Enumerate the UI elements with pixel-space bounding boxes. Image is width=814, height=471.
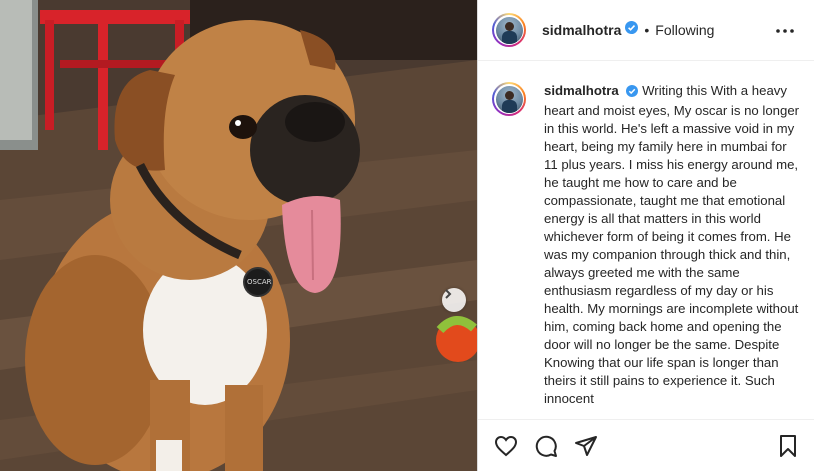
verified-badge-icon [625, 21, 639, 39]
caption-body: Writing this With a heavy heart and mois… [544, 83, 800, 406]
comment-icon[interactable] [534, 434, 558, 458]
avatar[interactable] [492, 13, 526, 47]
more-icon[interactable] [776, 20, 794, 38]
following-button[interactable]: Following [655, 22, 714, 38]
caption-block: sidmalhotra Writing this With a heavy he… [492, 82, 802, 412]
post-side-panel: sidmalhotra • Following sidmalhotra Writ… [477, 0, 814, 471]
share-icon[interactable] [574, 435, 598, 457]
caption-username[interactable]: sidmalhotra [544, 83, 619, 98]
verified-badge-icon [626, 84, 639, 102]
separator-dot: • [644, 22, 650, 38]
post-header: sidmalhotra • Following [478, 0, 814, 61]
avatar-image [495, 85, 523, 113]
bookmark-icon[interactable] [778, 434, 798, 463]
heart-icon[interactable] [494, 435, 518, 457]
dog-tag-text: OSCAR [247, 278, 272, 286]
caption-avatar[interactable] [492, 82, 526, 116]
post-photo[interactable]: OSCAR [0, 0, 477, 471]
avatar-image [495, 16, 523, 44]
caption-text: sidmalhotra Writing this With a heavy he… [544, 82, 800, 412]
dog-photo-illustration [0, 0, 477, 471]
avatar-ring [494, 15, 524, 45]
instagram-post: OSCAR sidmalhotra • Following sidmalhotr… [0, 0, 814, 471]
avatar-ring [494, 84, 524, 114]
header-username[interactable]: sidmalhotra [542, 22, 621, 38]
next-photo-button[interactable] [442, 288, 466, 312]
action-bar [478, 419, 814, 471]
